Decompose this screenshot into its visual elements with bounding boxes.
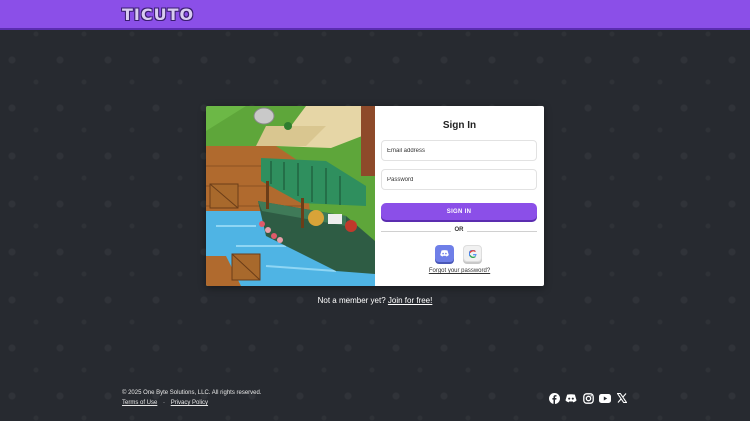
discord-icon[interactable] (565, 392, 577, 404)
divider-line-right (467, 231, 537, 232)
instagram-icon[interactable] (582, 392, 594, 404)
signin-title: Sign In (442, 120, 477, 131)
ticuto-logo[interactable]: TICUTO (122, 5, 194, 24)
discord-login-button[interactable] (435, 245, 454, 262)
game-scene-illustration (206, 106, 375, 286)
footer-separator: · (163, 400, 166, 406)
join-free-link[interactable]: Join for free! (388, 296, 432, 305)
discord-icon (440, 250, 449, 257)
forgot-password-link[interactable]: Forgot your password? (375, 268, 544, 274)
signin-card: Sign In SIGN IN OR Forgot your password? (206, 106, 544, 286)
google-icon (468, 249, 477, 258)
footer-copyright: © 2025 One Byte Solutions, LLC. All righ… (122, 390, 262, 396)
social-links (548, 392, 628, 404)
x-icon[interactable] (616, 392, 628, 404)
youtube-icon[interactable] (599, 392, 611, 404)
email-field[interactable] (381, 140, 537, 161)
signin-form: Sign In SIGN IN OR Forgot your password? (375, 106, 544, 286)
footer-links: Terms of Use · Privacy Policy (122, 400, 208, 406)
or-divider: OR (381, 227, 537, 235)
or-label: OR (454, 227, 464, 233)
signin-button[interactable]: SIGN IN (381, 203, 537, 220)
signup-prompt-text: Not a member yet? (317, 296, 386, 305)
signup-prompt: Not a member yet? Join for free! (0, 296, 750, 305)
google-login-button[interactable] (463, 245, 482, 262)
facebook-icon[interactable] (548, 392, 560, 404)
password-field[interactable] (381, 169, 537, 190)
privacy-policy-link[interactable]: Privacy Policy (171, 400, 208, 406)
top-nav-bar: TICUTO (0, 0, 750, 28)
terms-of-use-link[interactable]: Terms of Use (122, 400, 157, 406)
